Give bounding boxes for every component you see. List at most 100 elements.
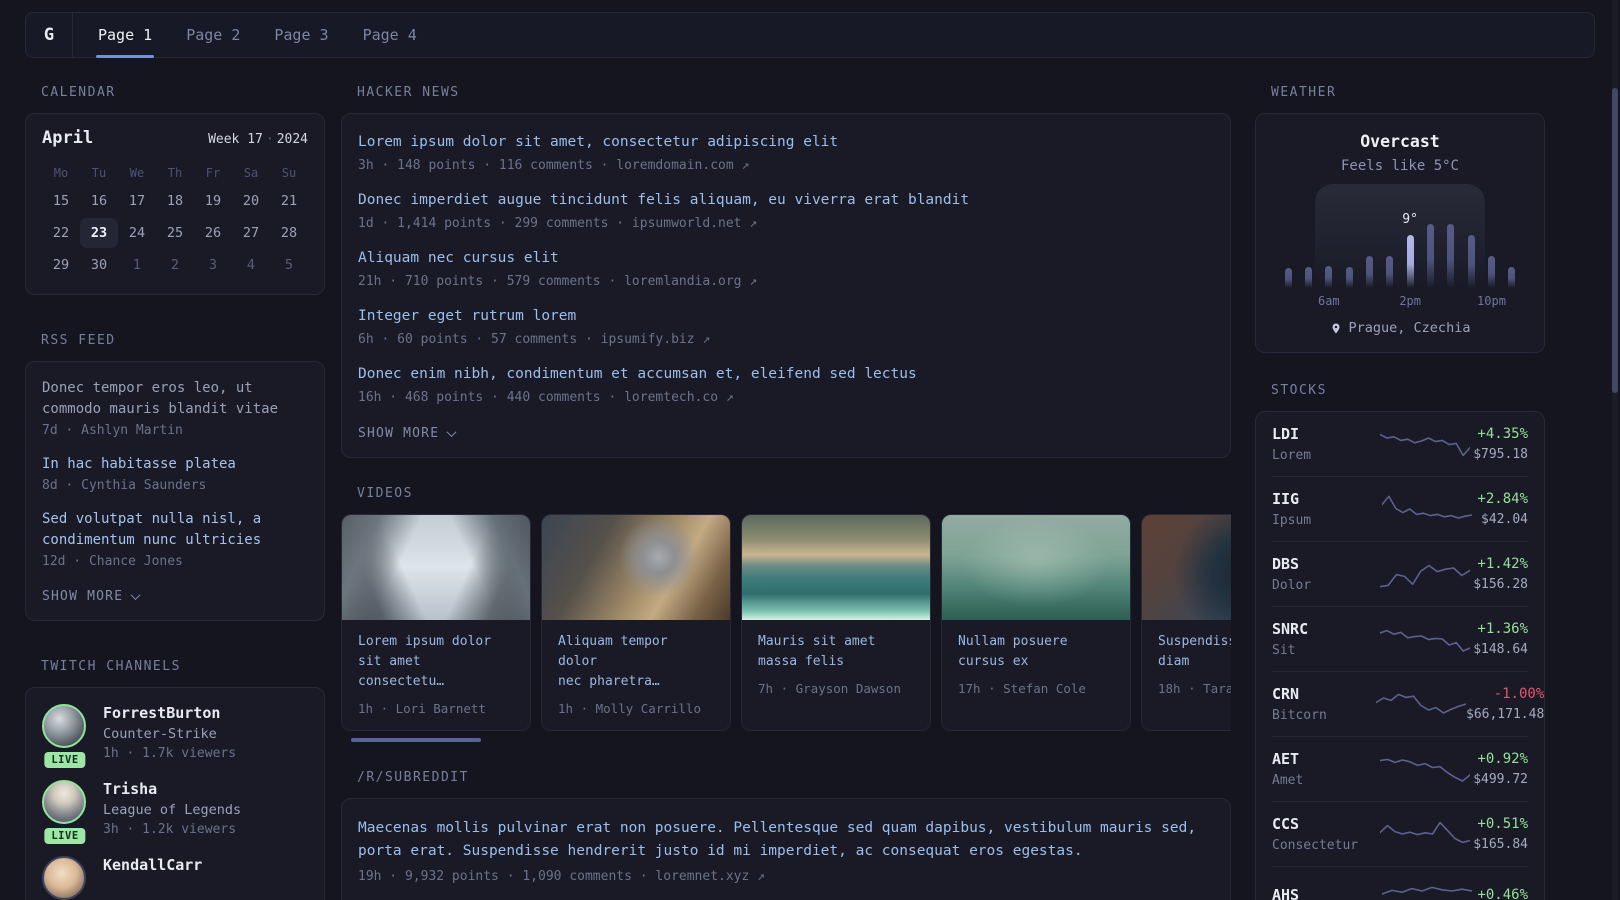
channel-name: ForrestBurton xyxy=(103,704,221,722)
stock-row-snrc[interactable]: SNRC Sit +1.36% $148.64 xyxy=(1272,606,1528,671)
stock-price: $795.18 xyxy=(1473,447,1528,462)
weekday-header: We xyxy=(129,166,145,180)
hn-item-title[interactable]: Lorem ipsum dolor sit amet, consectetur … xyxy=(358,132,1214,152)
calendar-day: 22 xyxy=(52,225,70,241)
tab-label: Page 2 xyxy=(186,26,241,44)
stock-sparkline xyxy=(1376,687,1466,721)
video-meta: 18h · Tara xyxy=(1158,681,1231,696)
hn-item-title[interactable]: Donec enim nibh, condimentum et accumsan… xyxy=(358,364,1214,384)
video-title: Suspendisse diam xyxy=(1158,634,1231,669)
stock-row-iig[interactable]: IIG Ipsum +2.84% $42.04 xyxy=(1272,476,1528,541)
stocks-widget: STOCKS LDI Lorem +4.35% $795.18 IIG Ipsum +… xyxy=(1255,383,1545,900)
weekday-header: Mo xyxy=(53,166,69,180)
stock-values: +0.92% $499.72 xyxy=(1473,751,1528,787)
page-scrollbar-thumb[interactable] xyxy=(1612,88,1618,393)
channel-name: KendallCarr xyxy=(103,856,203,874)
calendar-day: 28 xyxy=(280,225,298,241)
reddit-post: Maecenas mollis pulvinar erat non posuer… xyxy=(358,817,1214,885)
hn-item-meta: 6h · 60 points · 57 comments · ipsumify.… xyxy=(358,332,711,347)
stock-change: +2.84% xyxy=(1477,491,1528,507)
channel-info: ForrestBurton Counter-Strike 1h · 1.7k v… xyxy=(103,704,236,761)
hn-item: Donec imperdiet augue tincidunt felis al… xyxy=(358,190,1214,232)
hn-show-more-button[interactable]: SHOW MORE xyxy=(358,426,457,441)
hn-item-meta: 16h · 468 points · 440 comments · loremt… xyxy=(358,390,734,405)
video-card[interactable]: Lorem ipsum dolor sit amet consectetu… 1… xyxy=(341,514,531,731)
stock-sparkline xyxy=(1376,427,1473,461)
twitch-channel-forrestburton[interactable]: LIVE ForrestBurton Counter-Strike 1h · 1… xyxy=(42,704,308,768)
weather-condition: Overcast xyxy=(1360,132,1440,151)
stock-sparkline xyxy=(1376,880,1477,900)
channel-meta: 1h · 1.7k viewers xyxy=(103,746,237,761)
stock-id: CRN Bitcorn xyxy=(1272,685,1376,723)
stock-row-aet[interactable]: AET Amet +0.92% $499.72 xyxy=(1272,736,1528,801)
stock-price: $148.64 xyxy=(1473,642,1528,657)
rss-show-more-button[interactable]: SHOW MORE xyxy=(42,589,141,604)
tab-page-3[interactable]: Page 3 xyxy=(257,13,345,57)
video-meta: 1h · Lori Barnett xyxy=(358,701,486,716)
calendar-day: 25 xyxy=(166,225,184,241)
video-card[interactable]: Nullam posuere cursus ex 17h · Stefan Co… xyxy=(941,514,1131,731)
stock-name: Lorem xyxy=(1272,448,1312,463)
stock-id: DBS Dolor xyxy=(1272,555,1376,593)
stock-ticker: LDI xyxy=(1272,425,1300,443)
stock-values: -1.00% $66,171.48 xyxy=(1466,686,1544,722)
weekday-header: Th xyxy=(167,166,183,180)
channel-meta: 3h · 1.2k viewers xyxy=(103,822,237,837)
calendar-day: 19 xyxy=(204,193,222,209)
stock-price: $499.72 xyxy=(1473,772,1528,787)
avatar xyxy=(42,704,86,748)
stock-ticker: AHS xyxy=(1272,885,1300,900)
stock-name: Bitcorn xyxy=(1272,708,1327,723)
rss-item-title[interactable]: Donec tempor eros leo, ut commodo mauris… xyxy=(42,378,308,420)
videos-scrollbar-thumb[interactable] xyxy=(351,738,481,742)
tab-label: Page 4 xyxy=(362,26,417,44)
rss-item-title[interactable]: Sed volutpat nulla nisl, a condimentum n… xyxy=(42,509,308,551)
calendar-month: April xyxy=(42,128,94,148)
calendar-day-next-month: 2 xyxy=(170,257,180,273)
hn-item: Donec enim nibh, condimentum et accumsan… xyxy=(358,364,1214,406)
calendar-header: April Week 17 · 2024 xyxy=(42,128,308,148)
twitch-card: LIVE ForrestBurton Counter-Strike 1h · 1… xyxy=(25,687,325,900)
rss-item-meta: 12d · Chance Jones xyxy=(42,554,183,569)
tab-page-1[interactable]: Page 1 xyxy=(81,13,169,58)
channel-info: Trisha League of Legends 3h · 1.2k viewe… xyxy=(103,780,241,837)
stock-ticker: CCS xyxy=(1272,815,1300,833)
hn-item-meta: 3h · 148 points · 116 comments · loremdo… xyxy=(358,158,750,173)
stock-change: -1.00% xyxy=(1493,686,1545,702)
tab-page-2[interactable]: Page 2 xyxy=(169,13,257,57)
rss-card: Donec tempor eros leo, ut commodo mauris… xyxy=(25,361,325,621)
main-content: CALENDAR April Week 17 · 2024 Mo Tu We Th … xyxy=(0,85,1620,900)
weather-hourly-chart: 9° xyxy=(1278,184,1522,288)
stock-name: Dolor xyxy=(1272,578,1312,593)
reddit-post-title[interactable]: Maecenas mollis pulvinar erat non posuer… xyxy=(358,817,1214,863)
hn-item-title[interactable]: Integer eget rutrum lorem xyxy=(358,306,1214,326)
video-card[interactable]: Mauris sit amet massa felis 7h · Grayson… xyxy=(741,514,931,731)
channel-game: Counter-Strike xyxy=(103,726,217,742)
stock-row-dbs[interactable]: DBS Dolor +1.42% $156.28 xyxy=(1272,541,1528,606)
twitch-widget: TWITCH CHANNELS LIVE ForrestBurton Count… xyxy=(25,659,325,900)
stock-row-ldi[interactable]: LDI Lorem +4.35% $795.18 xyxy=(1272,412,1528,476)
hn-item-title[interactable]: Donec imperdiet augue tincidunt felis al… xyxy=(358,190,1214,210)
video-card[interactable]: Aliquam tempor dolor nec pharetra… 1h · … xyxy=(541,514,731,731)
tab-page-4[interactable]: Page 4 xyxy=(346,13,434,57)
video-card[interactable]: Suspendisse diam 18h · Tara xyxy=(1141,514,1231,731)
video-body: Lorem ipsum dolor sit amet consectetu… 1… xyxy=(342,620,530,730)
stock-price: $66,171.48 xyxy=(1466,707,1545,722)
stock-sparkline xyxy=(1376,492,1477,526)
hn-item-title[interactable]: Aliquam nec cursus elit xyxy=(358,248,1214,268)
stock-row-crn[interactable]: CRN Bitcorn -1.00% $66,171.48 xyxy=(1272,671,1544,736)
calendar-day: 29 xyxy=(52,257,70,273)
stock-change: +1.36% xyxy=(1477,621,1528,637)
calendar-widget: CALENDAR April Week 17 · 2024 Mo Tu We Th … xyxy=(25,85,325,295)
stock-row-ccs[interactable]: CCS Consectetur +0.51% $165.84 xyxy=(1272,801,1528,866)
hn-item: Integer eget rutrum lorem 6h · 60 points… xyxy=(358,306,1214,348)
twitch-channel-kendallcarr[interactable]: KendallCarr xyxy=(42,856,308,900)
video-meta: 17h · Stefan Cole xyxy=(958,681,1086,696)
video-body: Aliquam tempor dolor nec pharetra… 1h · … xyxy=(542,620,730,730)
rss-item-title[interactable]: In hac habitasse platea xyxy=(42,454,308,475)
twitch-channel-trisha[interactable]: LIVE Trisha League of Legends 3h · 1.2k … xyxy=(42,780,308,844)
separator-dot: · xyxy=(265,132,274,147)
stock-row-ahs[interactable]: AHS +0.46% xyxy=(1272,866,1528,900)
video-meta: 7h · Grayson Dawson xyxy=(758,681,901,696)
subreddit-card: Maecenas mollis pulvinar erat non posuer… xyxy=(341,798,1231,900)
